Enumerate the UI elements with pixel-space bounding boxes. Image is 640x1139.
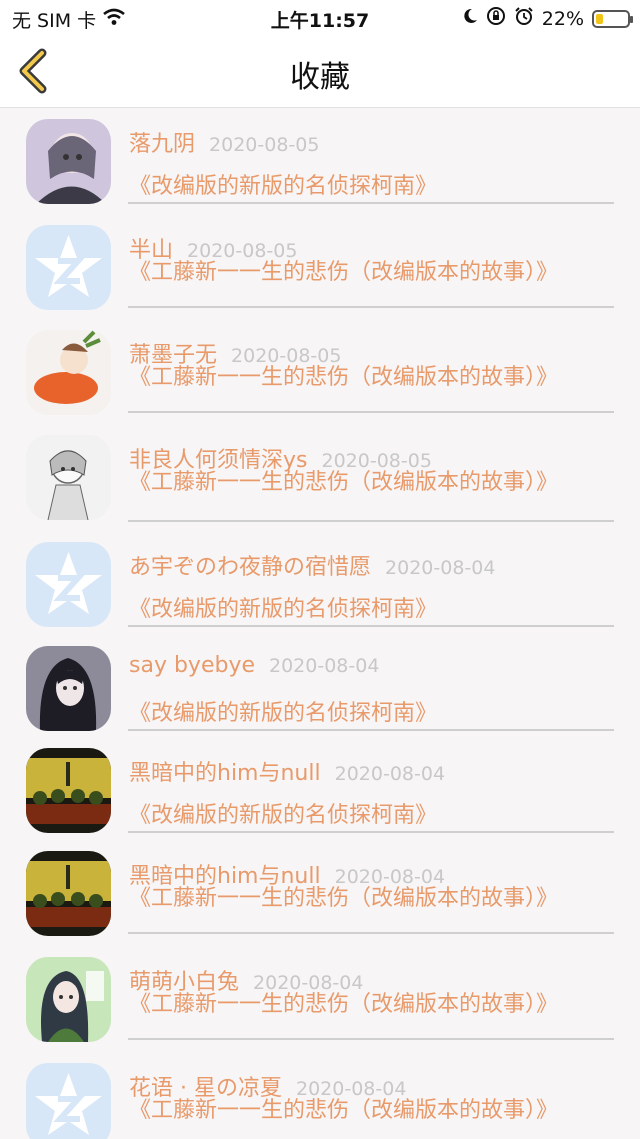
favorite-list-item[interactable]: 非良人何须情深ys 2020-08-05 《工藤新一一生的悲伤（改编版本的故事）》 [0, 424, 640, 530]
row-divider [128, 729, 614, 731]
item-meta: あ宇ぞのわ夜静の宿惜愿 2020-08-04 [129, 549, 495, 581]
row-divider [128, 625, 614, 627]
favorite-list-item[interactable]: 萌萌小白兔 2020-08-04 《工藤新一一生的悲伤（改编版本的故事）》 [0, 946, 640, 1052]
user-name: 黑暗中的him与null [129, 761, 321, 786]
favorite-date: 2020-08-05 [187, 240, 298, 262]
favorite-date: 2020-08-04 [385, 557, 496, 579]
favorite-list-item[interactable]: say byebye 2020-08-04 《改编版的新版的名侦探柯南》 [0, 635, 640, 741]
favorite-date: 2020-08-04 [334, 763, 446, 785]
favorites-list: 落九阴 2020-08-05 《改编版的新版的名侦探柯南》 半山 2020-08-05 《… [0, 108, 640, 1139]
moon-icon [462, 7, 478, 30]
row-divider [128, 520, 614, 522]
row-divider [128, 202, 614, 204]
avatar[interactable] [26, 225, 111, 310]
story-title[interactable]: 《工藤新一一生的悲伤（改编版本的故事）》 [129, 260, 558, 286]
story-title[interactable]: 《工藤新一一生的悲伤（改编版本的故事）》 [129, 365, 558, 391]
item-meta: say byebye 2020-08-04 [129, 653, 379, 678]
story-title[interactable]: 《改编版的新版的名侦探柯南》 [129, 597, 549, 623]
story-title[interactable]: 《改编版的新版的名侦探柯南》 [129, 803, 549, 829]
user-name: あ宇ぞのわ夜静の宿惜愿 [129, 555, 372, 580]
favorite-date: 2020-08-04 [334, 866, 446, 888]
favorite-list-item[interactable]: 黑暗中的him与null 2020-08-04 《工藤新一一生的悲伤（改编版本的故事… [0, 840, 640, 946]
favorite-list-item[interactable]: 萧墨子无 2020-08-05 《工藤新一一生的悲伤（改编版本的故事）》 [0, 319, 640, 425]
favorite-list-item[interactable]: 花语 · 星の凉夏 2020-08-04 《工藤新一一生的悲伤（改编版本的故事）》 [0, 1052, 640, 1139]
row-divider [128, 306, 614, 308]
favorite-list-item[interactable]: 黑暗中的him与null 2020-08-04 《改编版的新版的名侦探柯南》 [0, 737, 640, 843]
avatar[interactable] [26, 851, 111, 936]
favorite-date: 2020-08-04 [253, 972, 364, 994]
favorite-list-item[interactable]: 半山 2020-08-05 《工藤新一一生的悲伤（改编版本的故事）》 [0, 214, 640, 320]
story-title[interactable]: 《改编版的新版的名侦探柯南》 [129, 701, 549, 727]
favorite-date: 2020-08-05 [321, 450, 432, 472]
story-title[interactable]: 《工藤新一一生的悲伤（改编版本的故事）》 [129, 992, 558, 1018]
row-divider [128, 932, 614, 934]
favorite-list-item[interactable]: 落九阴 2020-08-05 《改编版的新版的名侦探柯南》 [0, 108, 640, 214]
rotation-lock-icon [486, 6, 506, 31]
avatar[interactable] [26, 119, 111, 204]
avatar[interactable] [26, 1063, 111, 1139]
battery-percent: 22% [541, 7, 584, 30]
favorite-list-item[interactable]: あ宇ぞのわ夜静の宿惜愿 2020-08-04 《改编版的新版的名侦探柯南》 [0, 531, 640, 637]
favorite-date: 2020-08-05 [231, 345, 342, 367]
navigation-bar: 收藏 [0, 34, 640, 108]
row-divider [128, 1038, 614, 1040]
item-meta: 黑暗中的him与null 2020-08-04 [129, 755, 445, 787]
story-title[interactable]: 《改编版的新版的名侦探柯南》 [129, 174, 549, 200]
avatar[interactable] [26, 330, 111, 415]
row-divider [128, 831, 614, 833]
user-name: 落九阴 [129, 132, 196, 157]
favorite-date: 2020-08-04 [295, 1078, 407, 1100]
avatar[interactable] [26, 435, 111, 520]
item-meta: 落九阴 2020-08-05 [129, 126, 319, 158]
user-name: say byebye [129, 653, 255, 678]
avatar[interactable] [26, 646, 111, 731]
story-title[interactable]: 《工藤新一一生的悲伤（改编版本的故事）》 [129, 1098, 558, 1124]
page-title: 收藏 [290, 60, 350, 95]
status-bar: 无 SIM 卡 上午11:57 22% [0, 0, 640, 34]
favorite-date: 2020-08-04 [269, 655, 380, 677]
alarm-icon [514, 6, 534, 31]
row-divider [128, 411, 614, 413]
favorite-date: 2020-08-05 [209, 134, 320, 156]
story-title[interactable]: 《工藤新一一生的悲伤（改编版本的故事）》 [129, 886, 558, 912]
avatar[interactable] [26, 542, 111, 627]
story-title[interactable]: 《工藤新一一生的悲伤（改编版本的故事）》 [129, 470, 558, 496]
avatar[interactable] [26, 957, 111, 1042]
battery-icon [592, 9, 633, 28]
avatar[interactable] [26, 748, 111, 833]
